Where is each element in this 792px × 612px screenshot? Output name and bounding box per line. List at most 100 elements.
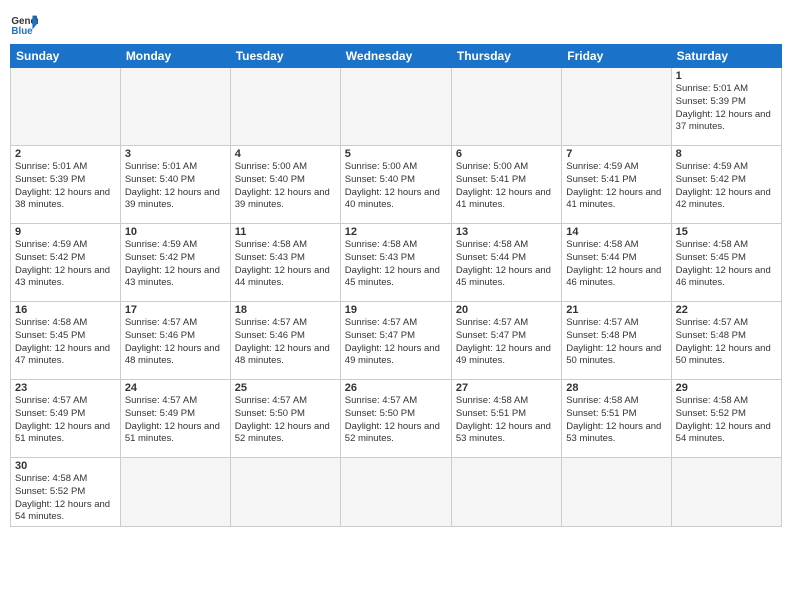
calendar-day-cell: 11Sunrise: 4:58 AM Sunset: 5:43 PM Dayli… xyxy=(230,224,340,302)
day-info: Sunrise: 4:59 AM Sunset: 5:42 PM Dayligh… xyxy=(15,239,116,290)
day-info: Sunrise: 4:58 AM Sunset: 5:52 PM Dayligh… xyxy=(676,395,777,446)
day-number: 3 xyxy=(125,148,226,160)
day-info: Sunrise: 4:57 AM Sunset: 5:49 PM Dayligh… xyxy=(125,395,226,446)
day-info: Sunrise: 4:57 AM Sunset: 5:48 PM Dayligh… xyxy=(566,317,666,368)
day-number: 28 xyxy=(566,382,666,394)
day-info: Sunrise: 4:58 AM Sunset: 5:45 PM Dayligh… xyxy=(676,239,777,290)
calendar-day-cell: 13Sunrise: 4:58 AM Sunset: 5:44 PM Dayli… xyxy=(451,224,561,302)
calendar-header-row: SundayMondayTuesdayWednesdayThursdayFrid… xyxy=(11,45,782,68)
calendar-day-cell xyxy=(451,458,561,527)
day-number: 15 xyxy=(676,226,777,238)
day-info: Sunrise: 4:57 AM Sunset: 5:48 PM Dayligh… xyxy=(676,317,777,368)
calendar-day-cell xyxy=(562,68,671,146)
calendar-week-row: 16Sunrise: 4:58 AM Sunset: 5:45 PM Dayli… xyxy=(11,302,782,380)
calendar-day-cell: 22Sunrise: 4:57 AM Sunset: 5:48 PM Dayli… xyxy=(671,302,781,380)
day-info: Sunrise: 4:59 AM Sunset: 5:42 PM Dayligh… xyxy=(125,239,226,290)
day-number: 16 xyxy=(15,304,116,316)
day-info: Sunrise: 4:58 AM Sunset: 5:51 PM Dayligh… xyxy=(566,395,666,446)
calendar-day-header: Friday xyxy=(562,45,671,68)
calendar-day-cell: 8Sunrise: 4:59 AM Sunset: 5:42 PM Daylig… xyxy=(671,146,781,224)
logo: General Blue xyxy=(10,10,42,38)
day-number: 21 xyxy=(566,304,666,316)
day-info: Sunrise: 4:58 AM Sunset: 5:52 PM Dayligh… xyxy=(15,473,116,524)
svg-text:Blue: Blue xyxy=(11,26,33,37)
day-info: Sunrise: 5:01 AM Sunset: 5:39 PM Dayligh… xyxy=(676,83,777,134)
calendar-day-cell: 18Sunrise: 4:57 AM Sunset: 5:46 PM Dayli… xyxy=(230,302,340,380)
calendar-day-cell: 6Sunrise: 5:00 AM Sunset: 5:41 PM Daylig… xyxy=(451,146,561,224)
day-number: 7 xyxy=(566,148,666,160)
calendar-day-cell: 26Sunrise: 4:57 AM Sunset: 5:50 PM Dayli… xyxy=(340,380,451,458)
day-number: 30 xyxy=(15,460,116,472)
calendar-day-header: Tuesday xyxy=(230,45,340,68)
calendar-day-cell: 20Sunrise: 4:57 AM Sunset: 5:47 PM Dayli… xyxy=(451,302,561,380)
day-number: 10 xyxy=(125,226,226,238)
day-number: 9 xyxy=(15,226,116,238)
day-info: Sunrise: 4:58 AM Sunset: 5:45 PM Dayligh… xyxy=(15,317,116,368)
calendar-day-cell: 30Sunrise: 4:58 AM Sunset: 5:52 PM Dayli… xyxy=(11,458,121,527)
calendar-day-cell: 14Sunrise: 4:58 AM Sunset: 5:44 PM Dayli… xyxy=(562,224,671,302)
day-number: 11 xyxy=(235,226,336,238)
day-number: 26 xyxy=(345,382,447,394)
day-info: Sunrise: 4:58 AM Sunset: 5:44 PM Dayligh… xyxy=(456,239,557,290)
calendar-day-header: Sunday xyxy=(11,45,121,68)
calendar-day-cell xyxy=(120,68,230,146)
calendar-day-cell: 5Sunrise: 5:00 AM Sunset: 5:40 PM Daylig… xyxy=(340,146,451,224)
calendar-day-cell: 23Sunrise: 4:57 AM Sunset: 5:49 PM Dayli… xyxy=(11,380,121,458)
calendar-day-cell xyxy=(671,458,781,527)
day-info: Sunrise: 4:58 AM Sunset: 5:43 PM Dayligh… xyxy=(345,239,447,290)
calendar-week-row: 9Sunrise: 4:59 AM Sunset: 5:42 PM Daylig… xyxy=(11,224,782,302)
day-number: 20 xyxy=(456,304,557,316)
day-number: 18 xyxy=(235,304,336,316)
calendar-week-row: 2Sunrise: 5:01 AM Sunset: 5:39 PM Daylig… xyxy=(11,146,782,224)
calendar-day-cell xyxy=(451,68,561,146)
day-number: 1 xyxy=(676,70,777,82)
day-info: Sunrise: 4:57 AM Sunset: 5:47 PM Dayligh… xyxy=(456,317,557,368)
day-info: Sunrise: 4:57 AM Sunset: 5:47 PM Dayligh… xyxy=(345,317,447,368)
day-number: 19 xyxy=(345,304,447,316)
day-info: Sunrise: 4:58 AM Sunset: 5:43 PM Dayligh… xyxy=(235,239,336,290)
calendar-day-cell: 4Sunrise: 5:00 AM Sunset: 5:40 PM Daylig… xyxy=(230,146,340,224)
calendar-day-cell: 10Sunrise: 4:59 AM Sunset: 5:42 PM Dayli… xyxy=(120,224,230,302)
day-number: 24 xyxy=(125,382,226,394)
calendar-week-row: 30Sunrise: 4:58 AM Sunset: 5:52 PM Dayli… xyxy=(11,458,782,527)
calendar-day-cell xyxy=(562,458,671,527)
calendar-day-cell: 1Sunrise: 5:01 AM Sunset: 5:39 PM Daylig… xyxy=(671,68,781,146)
day-info: Sunrise: 4:57 AM Sunset: 5:50 PM Dayligh… xyxy=(235,395,336,446)
day-number: 29 xyxy=(676,382,777,394)
calendar-table: SundayMondayTuesdayWednesdayThursdayFrid… xyxy=(10,44,782,527)
day-number: 27 xyxy=(456,382,557,394)
calendar-day-cell: 27Sunrise: 4:58 AM Sunset: 5:51 PM Dayli… xyxy=(451,380,561,458)
day-number: 4 xyxy=(235,148,336,160)
day-number: 13 xyxy=(456,226,557,238)
calendar-week-row: 23Sunrise: 4:57 AM Sunset: 5:49 PM Dayli… xyxy=(11,380,782,458)
day-info: Sunrise: 4:58 AM Sunset: 5:44 PM Dayligh… xyxy=(566,239,666,290)
calendar-day-cell: 21Sunrise: 4:57 AM Sunset: 5:48 PM Dayli… xyxy=(562,302,671,380)
day-number: 6 xyxy=(456,148,557,160)
day-info: Sunrise: 5:01 AM Sunset: 5:40 PM Dayligh… xyxy=(125,161,226,212)
calendar-day-cell: 9Sunrise: 4:59 AM Sunset: 5:42 PM Daylig… xyxy=(11,224,121,302)
calendar-day-cell: 16Sunrise: 4:58 AM Sunset: 5:45 PM Dayli… xyxy=(11,302,121,380)
day-info: Sunrise: 4:59 AM Sunset: 5:41 PM Dayligh… xyxy=(566,161,666,212)
calendar-day-cell: 2Sunrise: 5:01 AM Sunset: 5:39 PM Daylig… xyxy=(11,146,121,224)
day-number: 5 xyxy=(345,148,447,160)
calendar-day-cell xyxy=(230,68,340,146)
calendar-day-cell: 28Sunrise: 4:58 AM Sunset: 5:51 PM Dayli… xyxy=(562,380,671,458)
calendar-day-header: Wednesday xyxy=(340,45,451,68)
day-info: Sunrise: 4:57 AM Sunset: 5:46 PM Dayligh… xyxy=(235,317,336,368)
header: General Blue xyxy=(10,10,782,38)
calendar-day-cell: 25Sunrise: 4:57 AM Sunset: 5:50 PM Dayli… xyxy=(230,380,340,458)
calendar-day-cell: 15Sunrise: 4:58 AM Sunset: 5:45 PM Dayli… xyxy=(671,224,781,302)
day-info: Sunrise: 4:58 AM Sunset: 5:51 PM Dayligh… xyxy=(456,395,557,446)
day-number: 14 xyxy=(566,226,666,238)
calendar-day-cell: 7Sunrise: 4:59 AM Sunset: 5:41 PM Daylig… xyxy=(562,146,671,224)
calendar-day-header: Thursday xyxy=(451,45,561,68)
day-info: Sunrise: 5:01 AM Sunset: 5:39 PM Dayligh… xyxy=(15,161,116,212)
calendar-day-cell: 3Sunrise: 5:01 AM Sunset: 5:40 PM Daylig… xyxy=(120,146,230,224)
calendar-day-cell: 29Sunrise: 4:58 AM Sunset: 5:52 PM Dayli… xyxy=(671,380,781,458)
calendar-day-cell: 24Sunrise: 4:57 AM Sunset: 5:49 PM Dayli… xyxy=(120,380,230,458)
calendar-day-cell xyxy=(120,458,230,527)
day-number: 22 xyxy=(676,304,777,316)
page: General Blue SundayMondayTuesdayWednesda… xyxy=(0,0,792,612)
logo-icon: General Blue xyxy=(10,10,38,38)
day-info: Sunrise: 4:59 AM Sunset: 5:42 PM Dayligh… xyxy=(676,161,777,212)
